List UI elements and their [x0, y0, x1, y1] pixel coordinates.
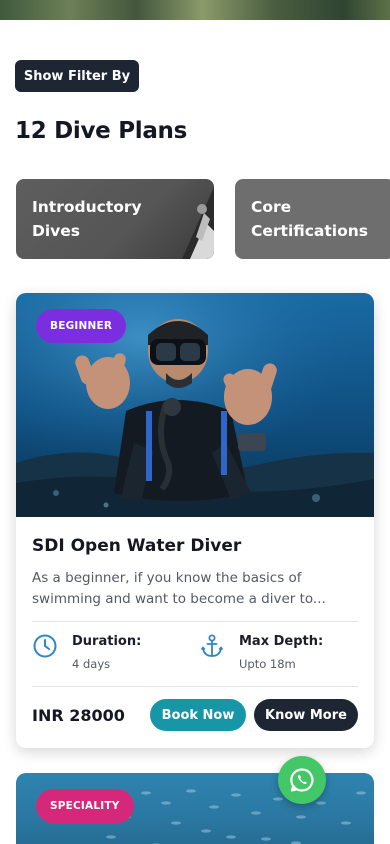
plan-title[interactable]: SDI Open Water Diver [32, 536, 241, 556]
divider [32, 621, 358, 622]
category-carousel[interactable]: Introductory Dives Core Certifications [16, 179, 390, 259]
category-card-core-certifications[interactable]: Core Certifications [235, 179, 390, 259]
plans-count-title: 12 Dive Plans [15, 118, 188, 144]
level-badge-speciality: SPECIALITY [36, 789, 134, 823]
whatsapp-icon [290, 768, 314, 792]
divider [32, 686, 358, 687]
spec-max-depth: Max Depth: Upto 18m [199, 633, 323, 671]
category-label: Introductory Dives [32, 198, 142, 240]
spec-label: Max Depth: [239, 634, 324, 649]
category-label: Core Certifications [251, 198, 369, 240]
spec-label: Duration: [72, 634, 142, 649]
plan-price: INR 28000 [32, 706, 125, 725]
plan-description: As a beginner, if you know the basics of… [32, 570, 326, 607]
spec-duration: Duration: 4 days [32, 633, 141, 671]
clock-icon [33, 634, 57, 658]
anchor-icon [200, 634, 224, 657]
book-now-button[interactable]: Book Now [150, 699, 246, 731]
level-badge-beginner: BEGINNER [36, 309, 127, 343]
dive-plan-card[interactable]: BEGINNER SDI Open Water Diver As a begin… [16, 293, 374, 748]
show-filter-button[interactable]: Show Filter By [15, 60, 139, 92]
category-card-introductory-dives[interactable]: Introductory Dives [16, 179, 214, 259]
spec-value: Upto 18m [239, 657, 296, 671]
know-more-button[interactable]: Know More [254, 699, 358, 731]
spec-value: 4 days [72, 657, 111, 671]
whatsapp-chat-button[interactable] [278, 756, 326, 804]
hero-image-bottom [0, 0, 390, 20]
